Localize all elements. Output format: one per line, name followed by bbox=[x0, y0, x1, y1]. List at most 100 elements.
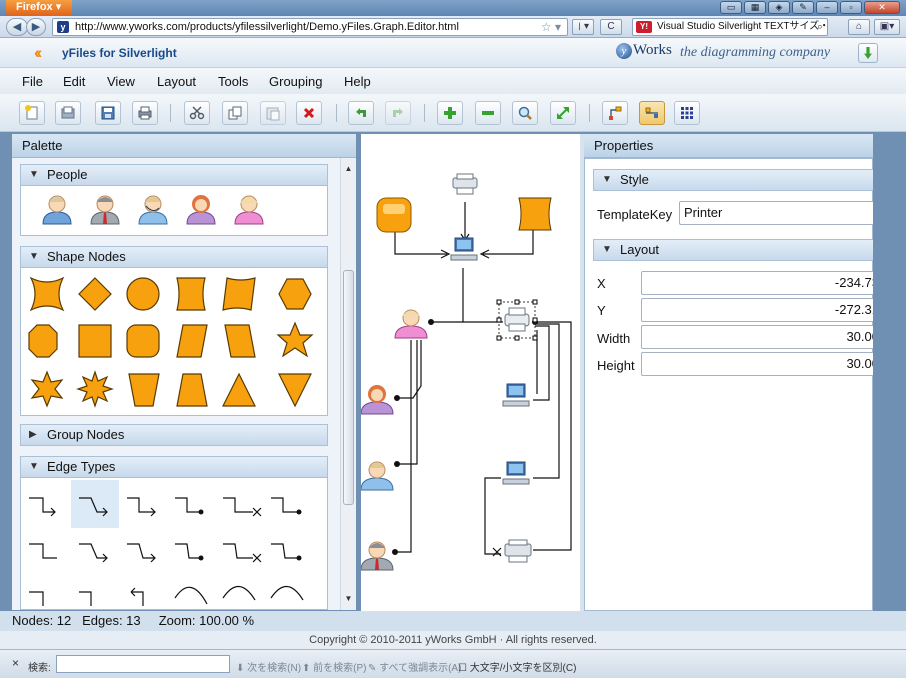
home-icon[interactable]: ⌂ bbox=[848, 19, 870, 35]
edge[interactable] bbox=[533, 321, 572, 551]
addons-icon[interactable]: ◈ bbox=[768, 1, 790, 14]
undo-button[interactable] bbox=[348, 101, 374, 125]
parallelogram2-shape-icon[interactable] bbox=[224, 324, 256, 358]
tab-list-icon[interactable]: ▭ bbox=[720, 1, 742, 14]
grid-button[interactable] bbox=[674, 101, 700, 125]
graph-drawing[interactable] bbox=[361, 134, 580, 611]
section-group-nodes-header[interactable]: ▶ Group Nodes bbox=[20, 424, 328, 446]
extensions-icon[interactable]: ▣▾ bbox=[874, 19, 900, 35]
banner-node[interactable] bbox=[518, 197, 552, 231]
dropdown-icon[interactable]: ▾ bbox=[580, 19, 594, 35]
edge-cross-icon[interactable] bbox=[223, 497, 262, 517]
star4-shape-icon[interactable] bbox=[29, 276, 65, 312]
new-document-button[interactable] bbox=[19, 101, 45, 125]
printer-node-top[interactable] bbox=[452, 173, 478, 195]
edge-step2-icon[interactable] bbox=[79, 591, 92, 606]
edge-cross2-icon[interactable] bbox=[223, 543, 262, 563]
menu-tools[interactable]: Tools bbox=[218, 74, 248, 89]
cut-button[interactable] bbox=[184, 101, 210, 125]
print-button[interactable] bbox=[132, 101, 158, 125]
menu-view[interactable]: View bbox=[107, 74, 135, 89]
delete-button[interactable] bbox=[296, 101, 322, 125]
url-bar[interactable]: y http://www.yworks.com/products/yfiless… bbox=[52, 18, 568, 36]
close-icon[interactable]: ✕ bbox=[864, 1, 900, 14]
parallelogram-shape-icon[interactable] bbox=[176, 324, 208, 358]
edge-curve3-icon[interactable] bbox=[270, 585, 304, 601]
reload-icon[interactable]: C bbox=[600, 19, 622, 35]
scroll-up-icon[interactable]: ▲ bbox=[343, 164, 354, 176]
style-section-header[interactable]: ▼ Style bbox=[593, 169, 891, 191]
search-engine-icon[interactable]: Y! bbox=[636, 21, 652, 33]
findbar-close-icon[interactable]: × bbox=[12, 656, 19, 670]
paste-button[interactable] bbox=[260, 101, 286, 125]
copy-button[interactable] bbox=[222, 101, 248, 125]
person-icon[interactable] bbox=[42, 195, 72, 225]
round-rectangle-node[interactable] bbox=[376, 197, 412, 233]
workstation-node-1[interactable] bbox=[502, 383, 530, 407]
woman-red-hair-node[interactable] bbox=[361, 385, 394, 415]
edge-arrow3-icon[interactable] bbox=[127, 543, 156, 563]
x-field[interactable]: -234.73 bbox=[641, 271, 886, 295]
edge-step-icon[interactable] bbox=[29, 591, 44, 606]
find-prev-button[interactable]: ⬆ 前を検索(P) bbox=[302, 659, 367, 674]
zoom-in-button[interactable] bbox=[437, 101, 463, 125]
zoom-out-button[interactable] bbox=[475, 101, 501, 125]
edge[interactable] bbox=[395, 340, 412, 553]
back-chevron-icon[interactable]: ‹‹ bbox=[34, 44, 43, 61]
support-person-icon[interactable] bbox=[138, 195, 168, 225]
height-field[interactable]: 30.00 bbox=[641, 352, 886, 376]
scroll-thumb[interactable] bbox=[343, 270, 354, 505]
woman-node[interactable] bbox=[394, 309, 428, 339]
menu-help[interactable]: Help bbox=[344, 74, 371, 89]
rectangle-shape-icon[interactable] bbox=[78, 324, 112, 358]
trapezoid-shape-icon[interactable] bbox=[128, 373, 160, 407]
section-edge-types-header[interactable]: ▼ Edge Types bbox=[20, 456, 328, 478]
search-icon[interactable]: ⌕ bbox=[817, 19, 823, 35]
woman-pink-icon[interactable] bbox=[234, 195, 264, 225]
star6-shape-icon[interactable] bbox=[30, 370, 64, 408]
edge[interactable] bbox=[431, 268, 464, 323]
round-rectangle-shape-icon[interactable] bbox=[126, 324, 160, 358]
graph-canvas[interactable] bbox=[361, 134, 580, 611]
search-bar[interactable]: Y! Visual Studio Silverlight TEXTサイズ・色 ⌕ bbox=[632, 18, 828, 36]
open-button[interactable] bbox=[55, 101, 81, 125]
layout-section-header[interactable]: ▼ Layout bbox=[593, 239, 891, 261]
scroll-down-icon[interactable]: ▼ bbox=[343, 594, 354, 606]
diamond-shape-icon[interactable] bbox=[78, 277, 112, 311]
edge-dot4-icon[interactable] bbox=[271, 543, 299, 559]
ellipse-shape-icon[interactable] bbox=[126, 277, 160, 311]
find-next-button[interactable]: ⬇ 次を検索(N) bbox=[236, 659, 301, 674]
find-input[interactable] bbox=[56, 655, 230, 673]
match-case-checkbox[interactable]: ☐ 大文字/小文字を区別(C) bbox=[458, 659, 576, 674]
notes-icon[interactable]: ✎ bbox=[792, 1, 814, 14]
edge-plain-icon[interactable] bbox=[29, 543, 57, 559]
menu-edit[interactable]: Edit bbox=[63, 74, 85, 89]
menu-grouping[interactable]: Grouping bbox=[269, 74, 322, 89]
menu-file[interactable]: File bbox=[22, 74, 43, 89]
edge-curve-icon[interactable] bbox=[174, 586, 208, 605]
edge[interactable] bbox=[394, 228, 451, 259]
download-icon[interactable] bbox=[858, 43, 878, 63]
triangle-shape-icon[interactable] bbox=[222, 372, 256, 407]
maximize-icon[interactable]: ▫ bbox=[840, 1, 862, 14]
snapping-button[interactable] bbox=[639, 101, 665, 125]
edge-arrow-icon[interactable] bbox=[29, 497, 56, 517]
edge-dot3-icon[interactable] bbox=[175, 543, 201, 559]
businessman-node[interactable] bbox=[361, 541, 394, 571]
hexagon-shape-icon[interactable] bbox=[278, 278, 312, 310]
edge[interactable] bbox=[460, 202, 470, 242]
star5-shape-icon[interactable] bbox=[276, 321, 314, 358]
octagon-shape-icon[interactable] bbox=[28, 324, 58, 358]
trapezoid2-shape-icon[interactable] bbox=[176, 373, 208, 407]
banner-shape-icon[interactable] bbox=[222, 277, 256, 311]
template-key-field[interactable]: Printer bbox=[679, 201, 886, 225]
firefox-menu-button[interactable]: Firefox ▾ bbox=[6, 0, 72, 16]
support-person-node[interactable] bbox=[361, 461, 394, 491]
section-people-header[interactable]: ▼ People bbox=[20, 164, 328, 186]
printer-node-bottom[interactable] bbox=[504, 539, 532, 563]
y-field[interactable]: -272.31 bbox=[641, 298, 886, 322]
width-field[interactable]: 30.00 bbox=[641, 325, 886, 349]
highlight-all-button[interactable]: ✎ すべて強調表示(A) bbox=[368, 659, 461, 674]
workstation-node-top[interactable] bbox=[450, 237, 478, 261]
edge[interactable] bbox=[484, 477, 501, 555]
